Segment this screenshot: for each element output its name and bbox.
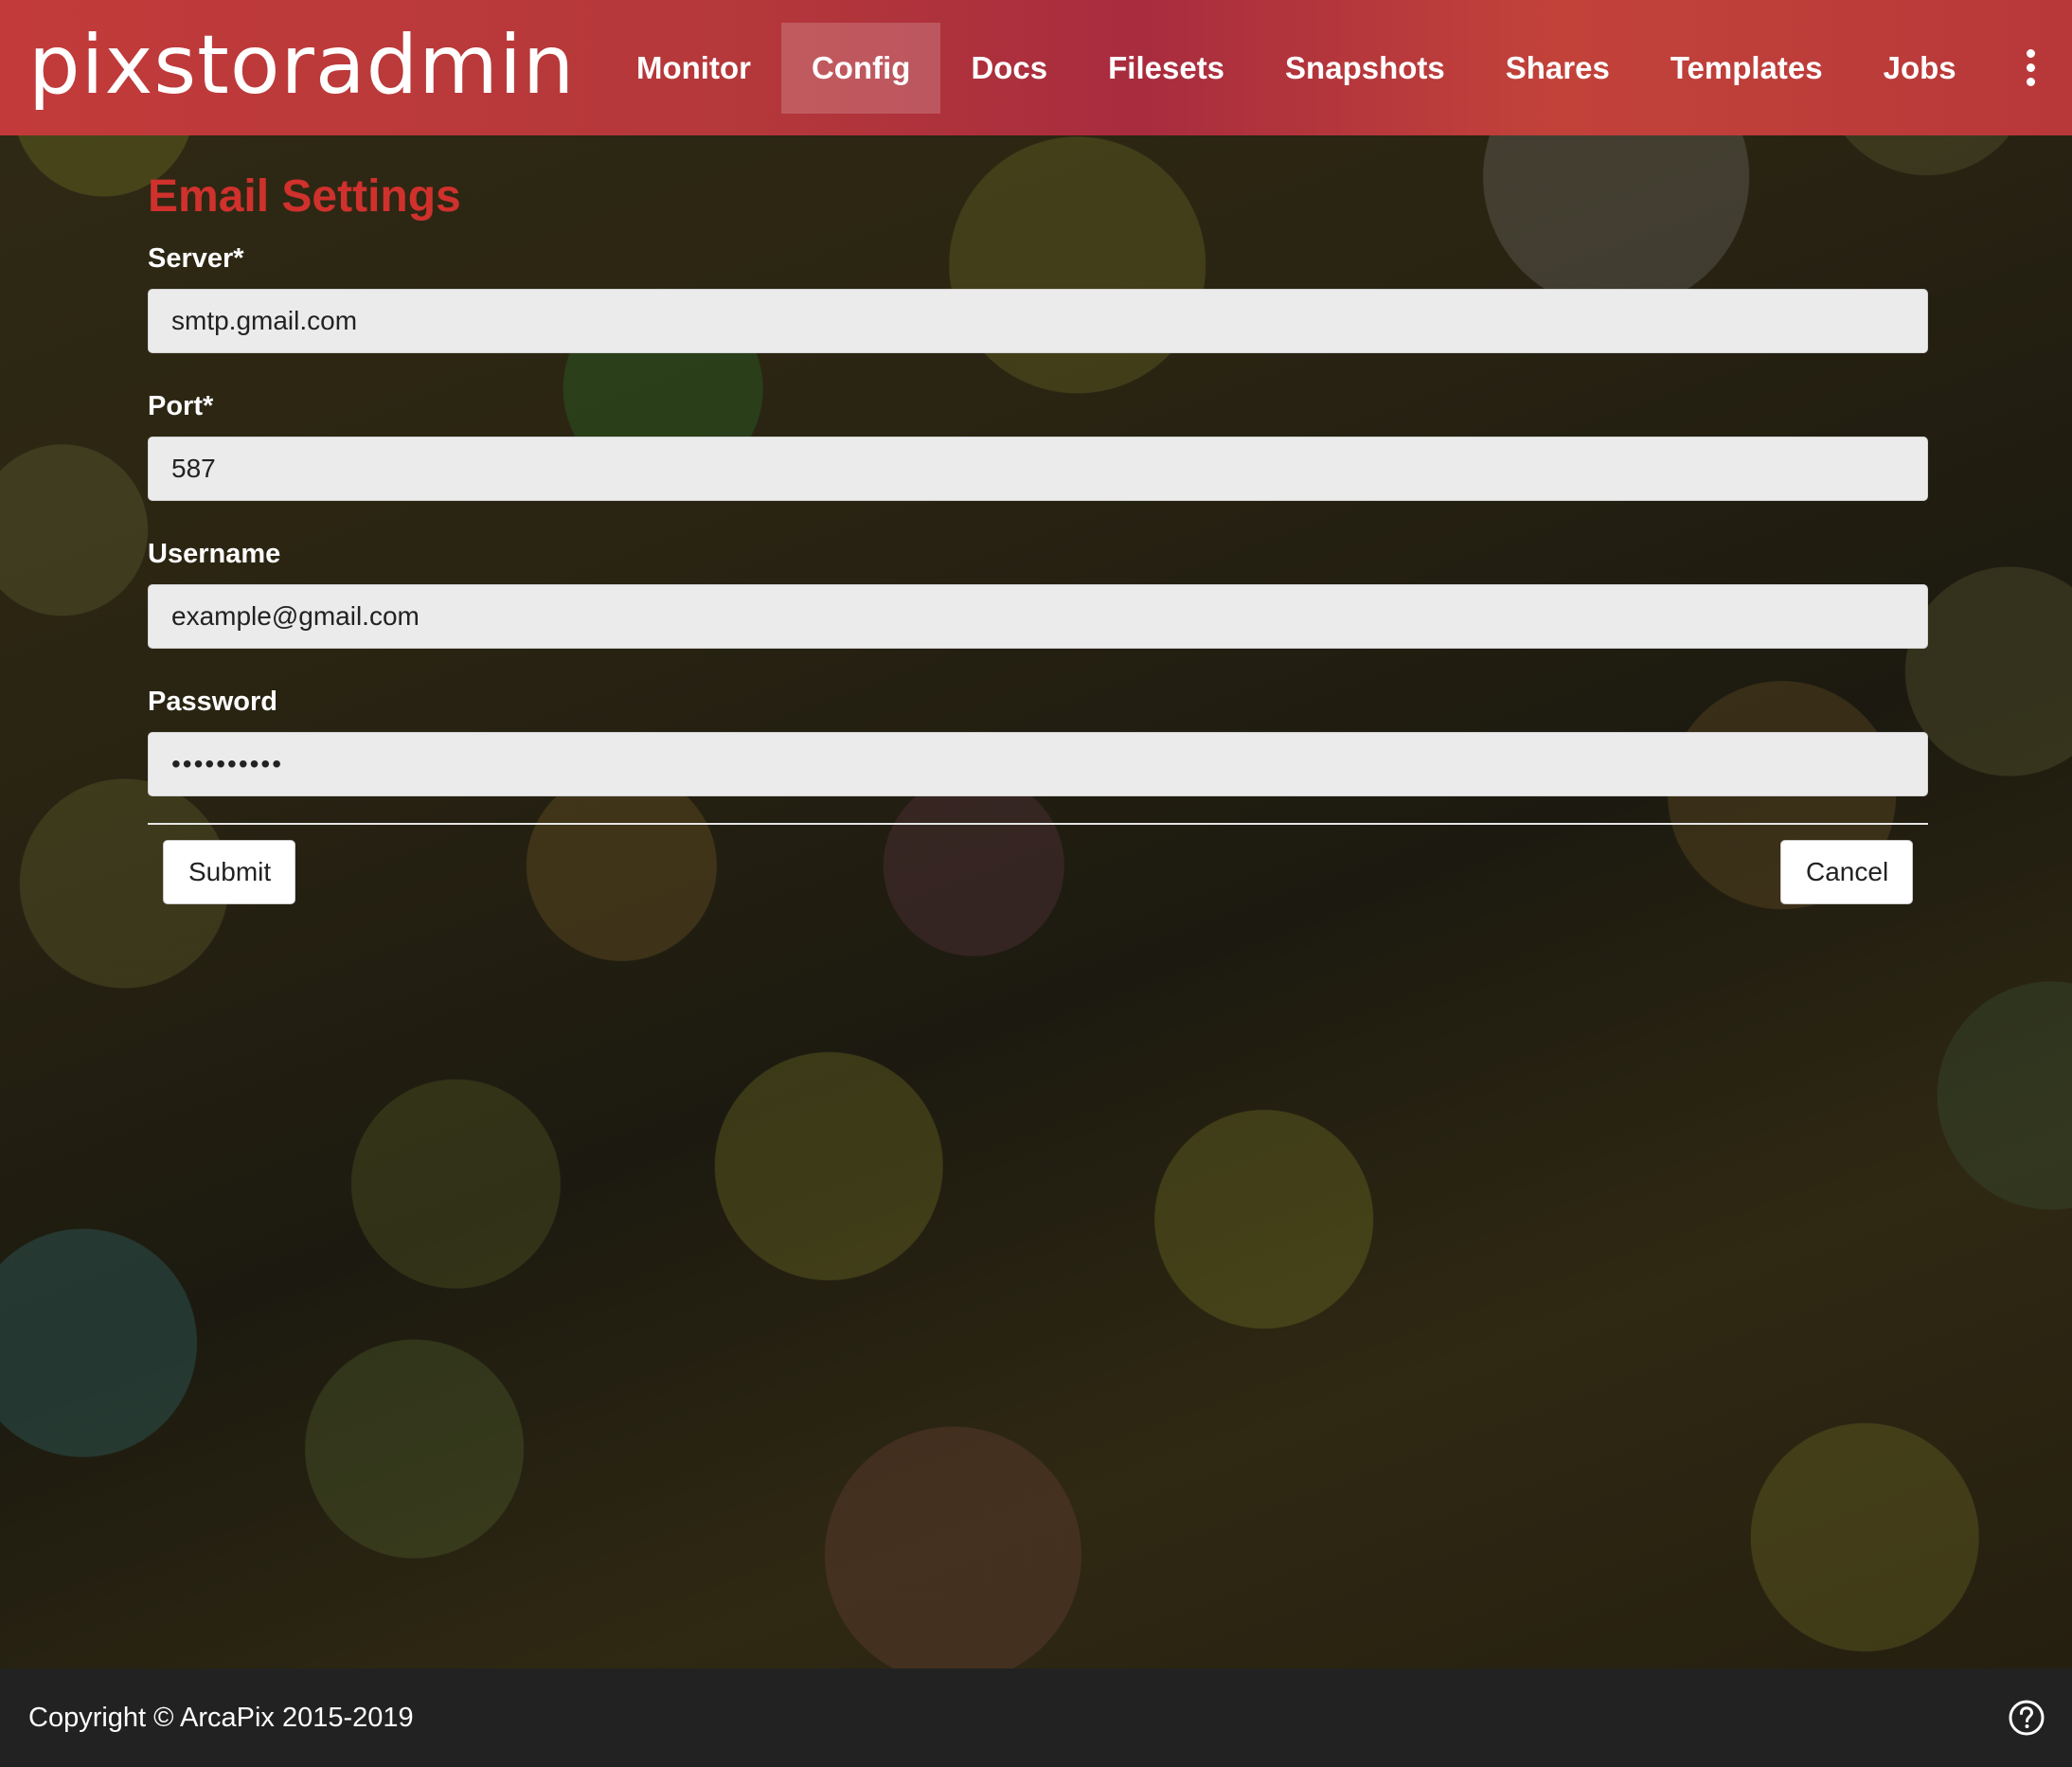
copyright-text: Copyright © ArcaPix 2015-2019 — [28, 1703, 414, 1733]
nav-item-monitor[interactable]: Monitor — [606, 23, 781, 114]
top-nav-bar: pixstoradmin Monitor Config Docs Fileset… — [0, 0, 2072, 135]
nav-item-jobs[interactable]: Jobs — [1853, 23, 1987, 114]
submit-button[interactable]: Submit — [163, 840, 295, 904]
nav-item-templates[interactable]: Templates — [1640, 23, 1853, 114]
brand-logo[interactable]: pixstoradmin — [28, 13, 575, 117]
username-input[interactable] — [148, 584, 1928, 649]
main-nav: Monitor Config Docs Filesets Snapshots S… — [606, 23, 1987, 114]
nav-item-snapshots[interactable]: Snapshots — [1255, 23, 1475, 114]
port-input[interactable] — [148, 437, 1928, 501]
email-settings-form: Email Settings Server* Port* Username Pa… — [148, 166, 1928, 919]
password-label: Password — [148, 687, 277, 717]
nav-item-shares[interactable]: Shares — [1475, 23, 1640, 114]
nav-item-filesets[interactable]: Filesets — [1078, 23, 1255, 114]
password-input[interactable] — [148, 732, 1928, 796]
username-label: Username — [148, 539, 281, 569]
form-actions: Submit Cancel — [148, 825, 1928, 919]
kebab-menu-icon[interactable] — [2011, 49, 2049, 91]
help-circle-icon[interactable] — [2008, 1699, 2045, 1737]
server-input[interactable] — [148, 289, 1928, 353]
port-label: Port* — [148, 391, 214, 421]
nav-item-config[interactable]: Config — [780, 23, 941, 114]
cancel-button[interactable]: Cancel — [1780, 840, 1913, 904]
footer: Copyright © ArcaPix 2015-2019 — [0, 1669, 2072, 1767]
server-label: Server* — [148, 243, 244, 274]
page-title: Email Settings — [148, 171, 461, 222]
nav-item-docs[interactable]: Docs — [940, 23, 1078, 114]
